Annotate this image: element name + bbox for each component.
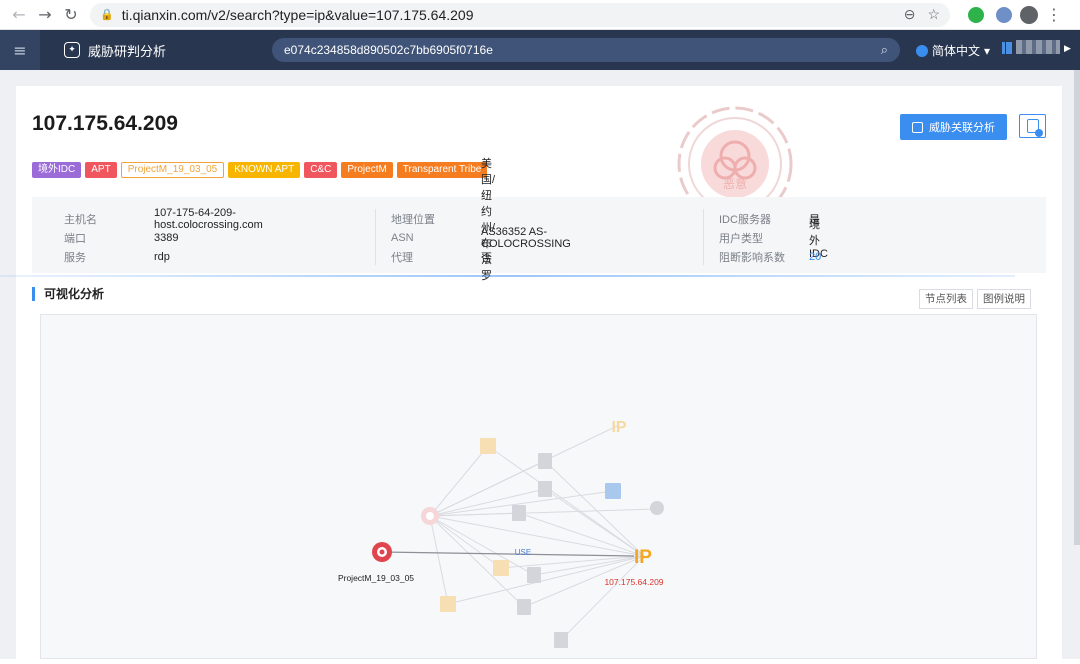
file-node[interactable]: [554, 632, 568, 648]
url-text: ti.qianxin.com/v2/search?type=ip&value=1…: [121, 6, 474, 23]
user-type-key: 用户类型: [719, 232, 763, 245]
search-icon[interactable]: ⌕: [881, 42, 888, 58]
edge-label: USE: [515, 548, 531, 557]
extension-icon[interactable]: [996, 6, 1012, 23]
tag-badge[interactable]: 境外IDC: [32, 162, 82, 178]
evernote-extension-icon[interactable]: [968, 6, 984, 23]
email-node[interactable]: [440, 596, 456, 612]
brand-title: 威胁研判分析: [88, 44, 167, 60]
star-icon[interactable]: ☆: [927, 6, 940, 23]
tag-badge[interactable]: C&C: [304, 162, 338, 178]
use-edge: [381, 551, 635, 557]
address-bar[interactable]: 🔒 ti.qianxin.com/v2/search?type=ip&value…: [90, 2, 950, 27]
divider-line: [0, 275, 1015, 277]
file-node[interactable]: [650, 501, 664, 515]
stamp-label: 恶意: [723, 176, 747, 191]
language-label: 简体中文: [932, 44, 981, 58]
info-column-1: 主机名 107-175-64-209-host.colocrossing.com …: [64, 207, 263, 266]
browser-toolbar: ← → ↻ 🔒 ti.qianxin.com/v2/search?type=ip…: [0, 0, 1080, 30]
orange-nodes: [440, 438, 509, 612]
tag-badge[interactable]: APT: [85, 162, 117, 178]
port-key: 端口: [64, 232, 86, 245]
brand[interactable]: ✦ 威胁研判分析: [64, 41, 166, 60]
block-impact-value[interactable]: 20: [809, 251, 821, 263]
section-title: 可视化分析: [32, 287, 104, 301]
faded-apt-node-core: [426, 512, 434, 520]
globe-icon: [916, 44, 928, 57]
file-node[interactable]: [512, 505, 526, 521]
email-node[interactable]: [493, 560, 509, 576]
graph-canvas[interactable]: USE IP ProjectM_19_03_05 IP 107.175.64.2…: [40, 314, 1037, 659]
node-list-button[interactable]: 节点列表: [919, 289, 973, 309]
report-button[interactable]: [1019, 114, 1046, 138]
asn-value: AS36352 AS-COLOCROSSING: [481, 225, 571, 250]
relation-graph[interactable]: USE IP ProjectM_19_03_05 IP 107.175.64.2…: [41, 315, 1038, 660]
idc-server-key: IDC服务器: [719, 213, 771, 226]
ip-node[interactable]: IP: [634, 547, 652, 568]
tag-badge[interactable]: ProjectM: [341, 162, 393, 178]
block-impact-key: 阻断影响系数: [719, 251, 785, 264]
hostname-value: 107-175-64-209-host.colocrossing.com: [154, 206, 263, 231]
port-value: 3389: [154, 231, 179, 244]
reload-icon[interactable]: ↻: [58, 2, 84, 28]
file-node[interactable]: [538, 481, 552, 497]
browser-menu-icon[interactable]: ⋮: [1046, 5, 1062, 24]
language-selector[interactable]: 简体中文 ▾: [916, 42, 990, 59]
tag-badge[interactable]: KNOWN APT: [228, 162, 301, 178]
legend-button[interactable]: 图例说明: [977, 289, 1031, 309]
faded-ip-node[interactable]: IP: [611, 419, 626, 436]
back-icon[interactable]: ←: [6, 2, 32, 28]
page-title: 107.175.64.209: [32, 112, 178, 135]
location-key: 地理位置: [391, 213, 435, 226]
info-column-2: 地理位置 美国/纽约州/布法罗 ASN AS36352 AS-COLOCROSSIN…: [391, 158, 571, 282]
search-input[interactable]: e074c234858d890502c7bb6905f0716e ⌕: [272, 38, 900, 62]
tag-badge[interactable]: ProjectM_19_03_05: [120, 162, 225, 178]
page-scrollbar[interactable]: [1074, 70, 1080, 545]
hamburger-menu-icon[interactable]: ≡: [0, 30, 40, 70]
domain-node[interactable]: [605, 483, 621, 499]
apt-node-label: ProjectM_19_03_05: [338, 573, 414, 583]
graph-icon: [912, 121, 923, 133]
zoom-icon[interactable]: ⊖: [904, 6, 916, 23]
proxy-key: 代理: [391, 251, 413, 264]
lock-icon: 🔒: [100, 9, 114, 21]
apt-node-dot: [379, 549, 385, 555]
tag-badge[interactable]: Transparent Tribe: [396, 162, 488, 178]
blurred-username: [1016, 40, 1060, 54]
asn-key: ASN: [391, 231, 414, 244]
column-divider: [703, 209, 704, 265]
clipboard-icon: [1026, 119, 1043, 137]
info-column-3: IDC服务器是 用户类型 境外IDC 阻断影响系数 20: [719, 209, 828, 266]
search-value: e074c234858d890502c7bb6905f0716e: [284, 43, 493, 57]
chevron-down-icon: ▾: [984, 43, 991, 58]
file-node[interactable]: [517, 599, 531, 615]
email-node[interactable]: [480, 438, 496, 454]
caret-right-icon: ▶: [1064, 44, 1071, 54]
app-header: ≡ ✦ 威胁研判分析 e074c234858d890502c7bb6905f07…: [0, 30, 1080, 70]
brand-logo-icon: ✦: [64, 42, 80, 58]
service-key: 服务: [64, 251, 86, 264]
user-menu[interactable]: ▶: [1002, 40, 1071, 54]
threat-correlation-button[interactable]: 威胁关联分析: [900, 114, 1007, 140]
profile-icon[interactable]: [1020, 5, 1038, 24]
file-node[interactable]: [538, 453, 552, 469]
column-divider: [375, 209, 376, 265]
hostname-key: 主机名: [64, 213, 97, 226]
proxy-value: 否: [481, 251, 492, 264]
tag-list: 境外IDC APT ProjectM_19_03_05 KNOWN APT C&C Pro…: [32, 162, 488, 178]
ip-node-label: 107.175.64.209: [604, 577, 663, 587]
signal-icon: [1002, 42, 1012, 54]
file-node[interactable]: [527, 567, 541, 583]
service-value: rdp: [154, 250, 170, 263]
info-panel: 主机名 107-175-64-209-host.colocrossing.com …: [32, 158, 1046, 282]
forward-icon[interactable]: →: [32, 2, 58, 28]
threat-correlation-label: 威胁关联分析: [929, 121, 995, 134]
